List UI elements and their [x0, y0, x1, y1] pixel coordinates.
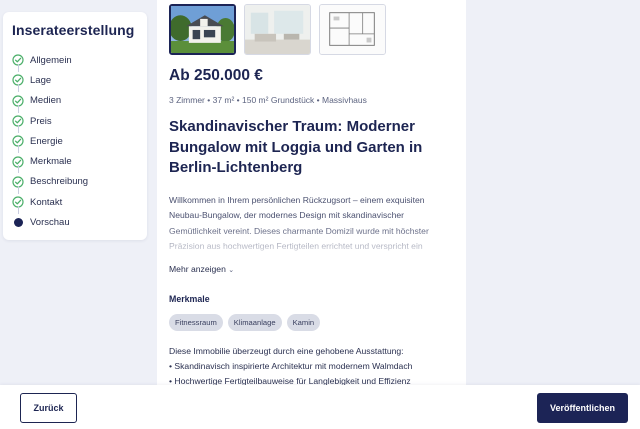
back-button[interactable]: Zurück [20, 393, 77, 423]
step-label: Energie [30, 135, 63, 147]
image-gallery [169, 4, 454, 55]
step-energie[interactable]: Energie [12, 131, 138, 154]
feature-chips: Fitnessraum Klimaanlage Kamin [169, 313, 454, 331]
step-label: Kontakt [30, 196, 63, 208]
feature-chip: Fitnessraum [169, 313, 223, 331]
listing-facts: 3 Zimmer • 37 m² • 150 m² Grundstück • M… [169, 95, 367, 105]
step-label: Vorschau [30, 217, 70, 229]
listing-price: Ab 250.000 € [169, 67, 263, 84]
thumbnail-floor-plan[interactable] [319, 4, 386, 55]
step-medien[interactable]: Medien [12, 91, 138, 113]
step-label: Lage [30, 74, 52, 86]
step-allgemein[interactable]: Allgemein [12, 50, 138, 72]
step-kontakt[interactable]: Kontakt [12, 192, 138, 215]
step-label: Merkmale [30, 156, 72, 168]
current-step-dot-icon [12, 217, 24, 229]
feature-chip: Kamin [286, 313, 321, 331]
chevron-down-icon: ⌄ [228, 266, 235, 274]
feature-chip: Klimaanlage [227, 313, 282, 331]
step-label: Beschreibung [30, 176, 89, 188]
wizard-sidebar: Inserateerstellung Allgemein Lage Medien… [3, 12, 147, 240]
publish-button[interactable]: Veröffentlichen [537, 393, 628, 423]
step-lage[interactable]: Lage [12, 70, 138, 93]
show-more-button[interactable]: Mehr anzeigen ⌄ [169, 264, 234, 274]
description-container: Willkommen in Ihrem persönlichen Rückzug… [169, 193, 454, 259]
listing-title: Skandinavischer Traum: Moderner Bungalow… [169, 118, 423, 176]
show-more-label: Mehr anzeigen [169, 263, 226, 274]
description-fade [169, 224, 454, 259]
step-vorschau[interactable]: Vorschau [12, 212, 138, 232]
wizard-steps: Allgemein Lage Medien Preis Energie Merk… [12, 50, 138, 233]
thumbnail-house-exterior[interactable] [169, 4, 236, 55]
list-item: • Skandinavisch inspirierte Architektur … [169, 360, 413, 371]
listing-preview: Ab 250.000 € 3 Zimmer • 37 m² • 150 m² G… [157, 0, 466, 385]
thumbnail-interior[interactable] [244, 4, 311, 55]
list-item: • Hochwertige Fertigteilbauweise für Lan… [169, 376, 411, 385]
sidebar-title: Inserateerstellung [12, 22, 135, 38]
step-label: Allgemein [30, 54, 72, 66]
step-label: Medien [30, 95, 62, 107]
step-merkmale[interactable]: Merkmale [12, 151, 138, 174]
features-list: • Skandinavisch inspirierte Architektur … [169, 359, 454, 386]
step-beschreibung[interactable]: Beschreibung [12, 172, 138, 194]
bottom-action-bar: Zurück Veröffentlichen [0, 385, 640, 429]
features-intro: Diese Immobilie überzeugt durch eine geh… [169, 345, 404, 356]
step-preis[interactable]: Preis [12, 111, 138, 133]
step-label: Preis [30, 115, 52, 127]
features-title: Merkmale [169, 293, 210, 304]
